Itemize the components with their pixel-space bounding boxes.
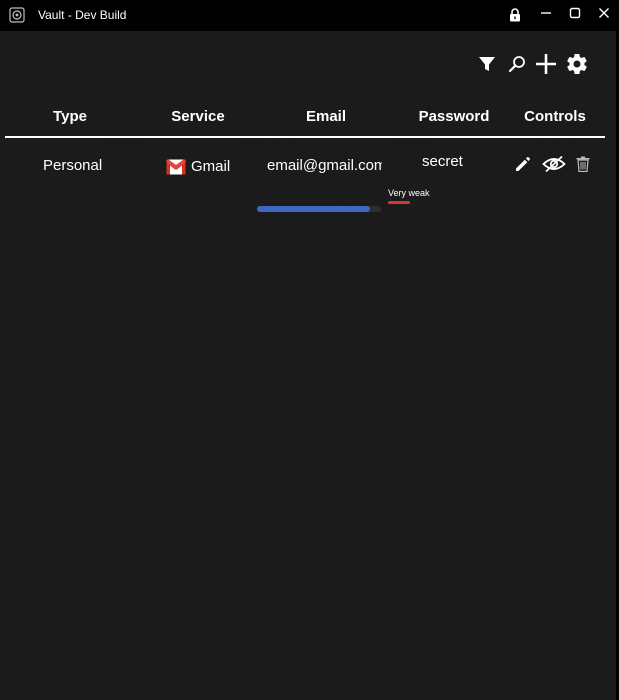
plus-icon xyxy=(535,53,557,80)
maximize-button[interactable] xyxy=(564,4,586,26)
search-icon xyxy=(508,55,526,78)
eye-hidden-icon xyxy=(542,155,566,178)
password-strength-meter xyxy=(388,201,410,204)
maximize-icon xyxy=(569,6,581,24)
password-strength-label: Very weak xyxy=(388,188,430,198)
entry-email-field[interactable]: email@gmail.com xyxy=(267,157,382,179)
delete-button[interactable] xyxy=(572,156,594,176)
entry-email: email@gmail.com xyxy=(267,157,382,174)
gear-icon xyxy=(565,52,589,81)
gmail-icon xyxy=(166,159,186,175)
lock-icon[interactable] xyxy=(504,4,526,26)
entry-service: Gmail xyxy=(191,158,231,175)
password-strength-fill xyxy=(388,201,410,204)
column-header-type[interactable]: Type xyxy=(40,108,100,125)
search-button[interactable] xyxy=(504,53,530,79)
column-header-email[interactable]: Email xyxy=(296,108,356,125)
close-button[interactable] xyxy=(593,4,615,26)
header-divider xyxy=(5,136,605,138)
minimize-button[interactable] xyxy=(535,4,557,26)
filter-icon xyxy=(478,55,496,78)
minimize-icon xyxy=(540,6,552,24)
column-header-service[interactable]: Service xyxy=(163,108,233,125)
column-header-password[interactable]: Password xyxy=(413,108,495,125)
toggle-password-visibility-button[interactable] xyxy=(542,155,566,178)
app-window: Vault - Dev Build Type Service Email Pas… xyxy=(0,0,619,700)
settings-button[interactable] xyxy=(564,53,590,79)
email-scrollbar-thumb[interactable] xyxy=(257,206,370,212)
email-scrollbar[interactable] xyxy=(257,206,381,212)
vault-app-icon xyxy=(9,7,25,23)
entry-type: Personal xyxy=(43,157,103,174)
column-header-controls: Controls xyxy=(524,108,586,125)
close-icon xyxy=(598,6,610,24)
filter-button[interactable] xyxy=(474,53,500,79)
add-entry-button[interactable] xyxy=(533,53,559,79)
trash-icon xyxy=(576,156,590,177)
window-title: Vault - Dev Build xyxy=(38,8,127,22)
edit-icon xyxy=(514,155,532,178)
title-bar[interactable]: Vault - Dev Build xyxy=(0,0,619,31)
edit-button[interactable] xyxy=(512,156,534,176)
entry-password[interactable]: secret xyxy=(422,153,463,170)
